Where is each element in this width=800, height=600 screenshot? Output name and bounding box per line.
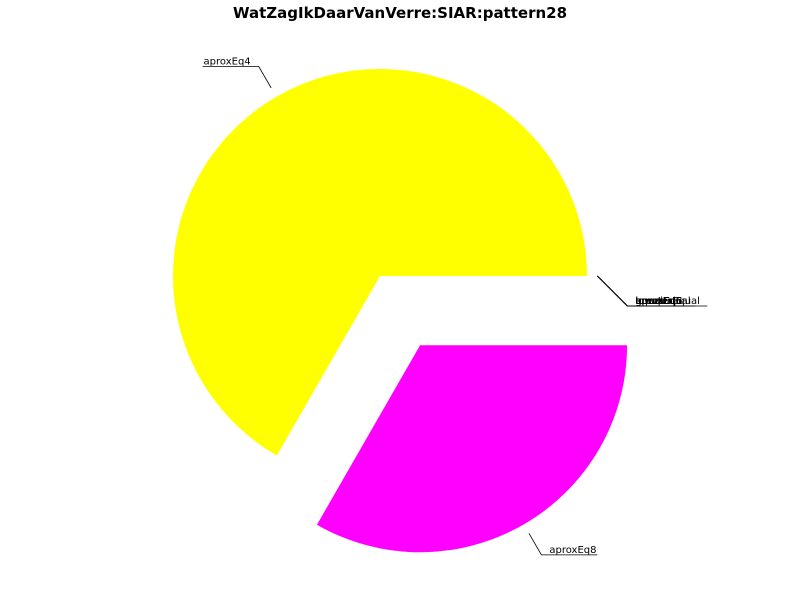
pie-chart: aproxEq4aproxEq8aproxEq5aproxEq6lowerEqu… [172,56,708,556]
chart-canvas: WatZagIkDaarVanVerre:SIAR:pattern28 apro… [0,0,800,600]
slice-label-group-aproxEq8: aproxEq8 [528,533,598,556]
slice-label-group-greater: greater [597,275,678,307]
slice-label-aproxEq4: aproxEq4 [204,56,251,67]
leader-line-aproxEq4 [202,65,272,89]
slice-label-group-aproxEq4: aproxEq4 [202,56,272,89]
slice-label-greater: greater [635,296,673,307]
slice-label-aproxEq8: aproxEq8 [549,545,596,556]
pie-slice-aproxEq8 [316,345,628,553]
